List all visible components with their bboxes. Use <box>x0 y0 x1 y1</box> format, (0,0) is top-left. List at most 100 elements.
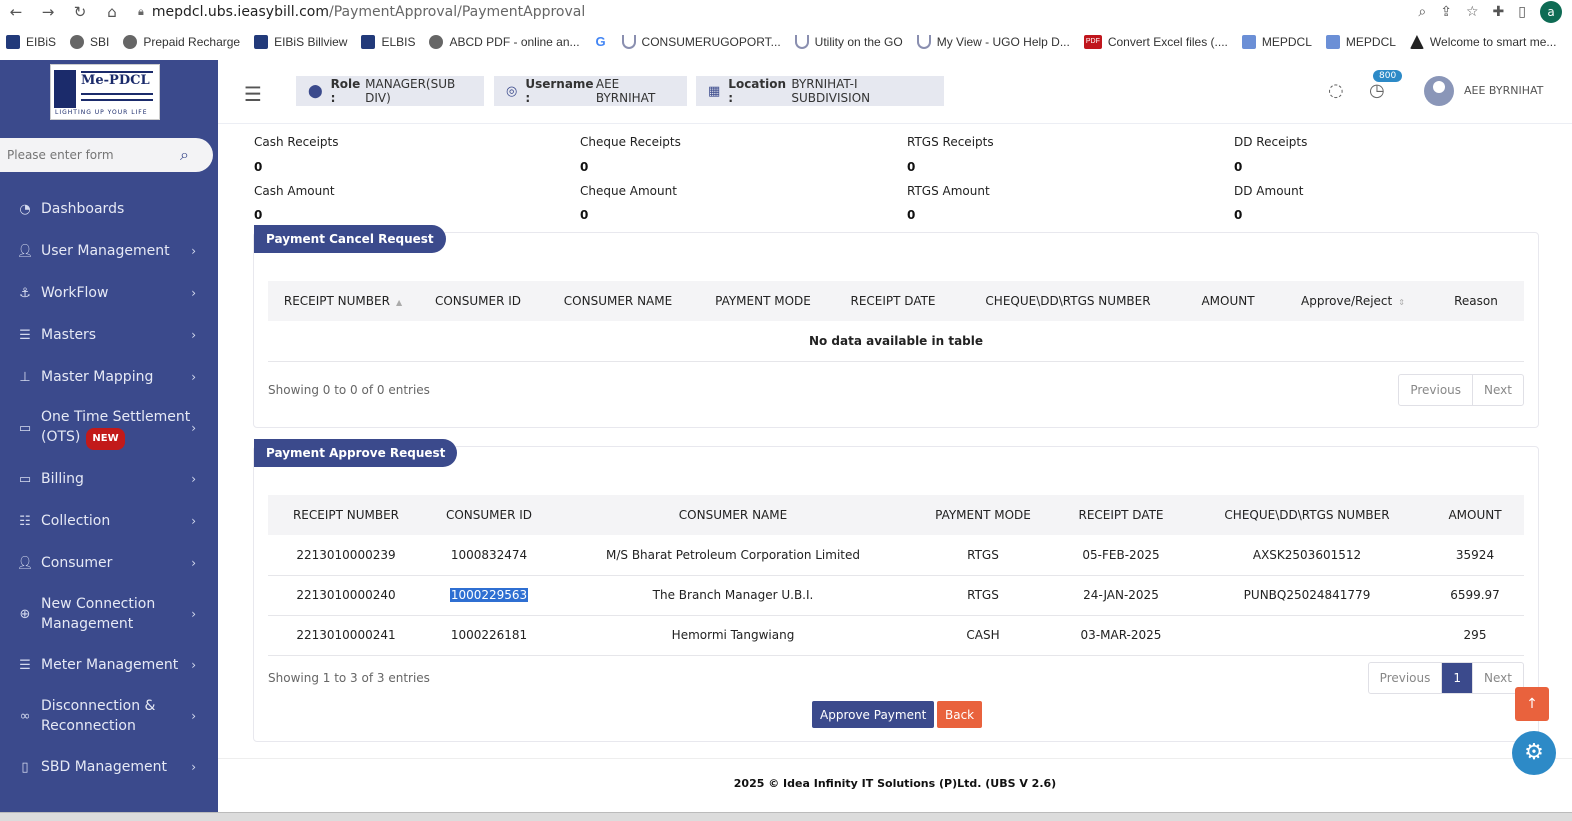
column-header[interactable]: PAYMENT MODE <box>912 495 1054 535</box>
clock-icon[interactable]: ◷ <box>1369 80 1385 101</box>
sidebar-item-masters[interactable]: ☰ Masters › <box>0 314 218 356</box>
bookmark[interactable]: Utility on the GO <box>794 35 903 49</box>
dd-amount-label: DD Amount <box>1234 184 1304 198</box>
header-user-name[interactable]: AEE BYRNIHAT <box>1464 84 1543 97</box>
table-row[interactable]: 2213010000241 1000226181 Hemormi Tangwia… <box>268 615 1524 656</box>
column-header[interactable]: Reason <box>1428 281 1524 321</box>
cash-amount-value: 0 <box>254 208 263 222</box>
sidebar-item-workflow[interactable]: ⚓︎ WorkFlow › <box>0 272 218 314</box>
org-chart-icon[interactable]: ◌ <box>1328 80 1344 101</box>
next-page-button[interactable]: Next <box>1472 375 1523 405</box>
sidebar-item-collection[interactable]: ☷ Collection › <box>0 500 218 542</box>
entries-info: Showing 0 to 0 of 0 entries <box>268 383 430 397</box>
sidebar-item-disconnection[interactable]: ∞ Disconnection & Reconnection › <box>0 686 218 746</box>
column-header[interactable]: AMOUNT <box>1178 281 1278 321</box>
sidebar-item-master-mapping[interactable]: ⊥ Master Mapping › <box>0 356 218 398</box>
arrow-up-icon: ↑ <box>1526 696 1538 712</box>
previous-page-button[interactable]: Previous <box>1399 375 1472 405</box>
reload-icon[interactable]: ↻ <box>64 3 96 21</box>
column-header[interactable]: RECEIPT DATE <box>1054 495 1188 535</box>
star-icon[interactable]: ☆ <box>1466 4 1479 20</box>
column-header[interactable]: RECEIPT NUMBER <box>268 495 424 535</box>
list-icon: ☰ <box>19 657 31 673</box>
pdf-icon: PDF <box>1083 35 1102 49</box>
zoom-icon[interactable]: ⌕ <box>1418 4 1426 20</box>
sidebar-item-new-connection[interactable]: ⊕ New Connection Management › <box>0 584 218 644</box>
sidebar-item-consumer[interactable]: 👤︎ Consumer › <box>0 542 218 584</box>
rtgs-amount-value: 0 <box>907 208 916 222</box>
chevron-right-icon: › <box>191 514 196 528</box>
scroll-top-button[interactable]: ↑ <box>1515 687 1549 721</box>
column-header[interactable]: RECEIPT DATE <box>828 281 958 321</box>
bookmark[interactable]: ABCD PDF - online an... <box>429 35 580 49</box>
address-bar[interactable]: 🔒︎ mepdcl.ubs.ieasybill.com/PaymentAppro… <box>138 1 1338 23</box>
chevron-right-icon: › <box>191 607 196 621</box>
payment-mode-cell: RTGS <box>912 575 1054 616</box>
user-icon: 👤︎ <box>16 243 34 259</box>
payment-cancel-card: Payment Cancel Request RECEIPT NUMBER ▲ C… <box>253 225 1539 428</box>
sidebar-item-billing[interactable]: ▭ Billing › <box>0 458 218 500</box>
sidepanel-icon[interactable]: ▯ <box>1518 4 1526 20</box>
column-header[interactable]: AMOUNT <box>1426 495 1524 535</box>
table-header-row: RECEIPT NUMBER ▲ CONSUMER ID CONSUMER NAM… <box>268 281 1524 321</box>
column-header[interactable]: CHEQUE\DD\RTGS NUMBER <box>1188 495 1426 535</box>
column-header[interactable]: CHEQUE\DD\RTGS NUMBER <box>958 281 1178 321</box>
selected-text: 1000229563 <box>449 588 529 602</box>
consumer-id-cell: 1000832474 <box>424 535 554 576</box>
sidebar-item-ots[interactable]: ▭ One Time Settlement (OTS) NEW › <box>0 398 218 458</box>
column-header[interactable]: CONSUMER NAME <box>538 281 698 321</box>
chevron-right-icon: › <box>191 709 196 723</box>
bookmark[interactable]: Prepaid Recharge <box>123 35 240 49</box>
share-icon[interactable]: ⇪ <box>1440 4 1452 20</box>
form-search: ⌕ <box>0 138 213 172</box>
bookmark[interactable]: ELBIS <box>361 35 415 49</box>
bookmark-icon <box>70 35 85 49</box>
column-header[interactable]: PAYMENT MODE <box>698 281 828 321</box>
column-header[interactable]: Approve/Reject ⇕ <box>1278 281 1428 321</box>
page-1-button[interactable]: 1 <box>1441 663 1473 693</box>
sidebar-item-sbd-management[interactable]: ▯ SBD Management › <box>0 746 218 788</box>
back-button[interactable]: Back <box>937 701 983 728</box>
bookmark[interactable]: EIBiS Billview <box>254 35 347 49</box>
previous-page-button[interactable]: Previous <box>1369 663 1442 693</box>
bookmark[interactable]: EIBiS <box>6 35 56 49</box>
bookmark-icon <box>1241 35 1256 49</box>
sidebar-item-dashboards[interactable]: ◔ Dashboards <box>0 188 218 230</box>
bookmark[interactable]: CONSUMERUGOPORT... <box>621 35 781 49</box>
column-header[interactable]: CONSUMER ID <box>418 281 538 321</box>
dd-receipts-value: 0 <box>1234 160 1243 174</box>
approve-payment-button[interactable]: Approve Payment <box>812 701 935 728</box>
table-row[interactable]: 2213010000240 1000229563 The Branch Mana… <box>268 575 1524 616</box>
avatar[interactable] <box>1424 76 1454 106</box>
logo[interactable]: Me-PDCL LIGHTING UP YOUR LIFE <box>50 64 160 120</box>
chevron-right-icon: › <box>191 328 196 342</box>
dashboard-icon: ◔ <box>19 201 31 217</box>
chevron-right-icon: › <box>191 556 196 570</box>
bookmark[interactable]: MEPDCL <box>1325 35 1396 49</box>
pagination: Previous 1 Next <box>1367 662 1524 694</box>
amount-cell: 35924 <box>1426 535 1524 576</box>
form-search-input[interactable] <box>0 148 180 162</box>
back-arrow-icon[interactable]: ← <box>0 3 32 21</box>
extensions-icon[interactable]: ✚ <box>1493 4 1505 20</box>
hamburger-menu-icon[interactable]: ☰ <box>244 82 262 106</box>
home-icon[interactable]: ⌂ <box>96 3 128 21</box>
bookmark[interactable]: Welcome to smart me... <box>1409 35 1556 49</box>
settings-button[interactable]: ⚙ <box>1512 731 1556 775</box>
chevron-right-icon: › <box>191 244 196 258</box>
bookmark[interactable]: SBI <box>70 35 109 49</box>
column-header[interactable]: CONSUMER NAME <box>554 495 912 535</box>
forward-arrow-icon[interactable]: → <box>32 3 64 21</box>
bookmark[interactable]: PDF Convert Excel files (.... <box>1083 35 1228 49</box>
bookmark[interactable]: My View - UGO Help D... <box>916 35 1070 49</box>
sidebar-item-user-management[interactable]: 👤︎ User Management › <box>0 230 218 272</box>
bookmark[interactable]: G <box>594 35 608 49</box>
bookmark[interactable]: MEPDCL <box>1241 35 1312 49</box>
table-row[interactable]: 2213010000239 1000832474 M/S Bharat Petr… <box>268 535 1524 576</box>
footer: 2025 © Idea Infinity IT Solutions (P)Ltd… <box>218 758 1572 812</box>
column-header[interactable]: RECEIPT NUMBER ▲ <box>268 281 418 321</box>
search-icon[interactable]: ⌕ <box>180 145 189 165</box>
column-header[interactable]: CONSUMER ID <box>424 495 554 535</box>
sidebar-item-meter-management[interactable]: ☰ Meter Management › <box>0 644 218 686</box>
profile-avatar[interactable]: a <box>1540 1 1562 23</box>
